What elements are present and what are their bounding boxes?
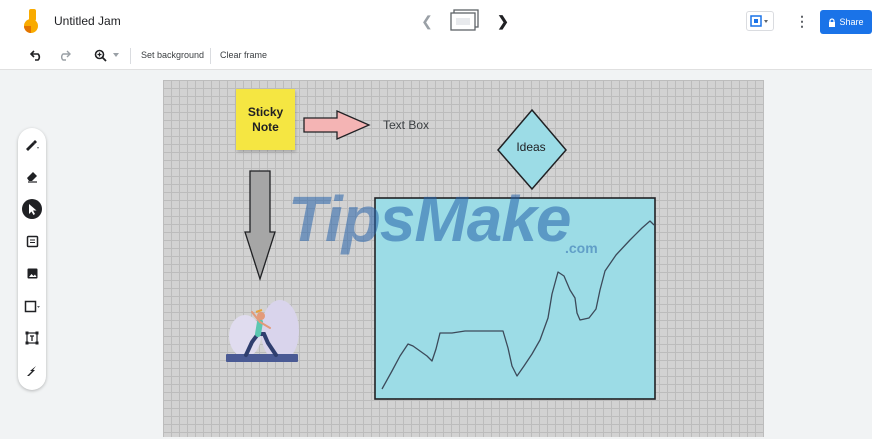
watermark: TipsMake <box>288 183 571 255</box>
down-arrow-shape[interactable] <box>244 170 276 282</box>
text-box[interactable]: Text Box <box>383 118 429 132</box>
watermark-suffix: .com <box>565 240 598 256</box>
right-arrow-shape[interactable] <box>303 110 371 140</box>
sticky-note[interactable]: Sticky Note <box>236 89 295 150</box>
yoga-illustration[interactable] <box>226 300 299 362</box>
diamond-label: Ideas <box>516 140 546 154</box>
